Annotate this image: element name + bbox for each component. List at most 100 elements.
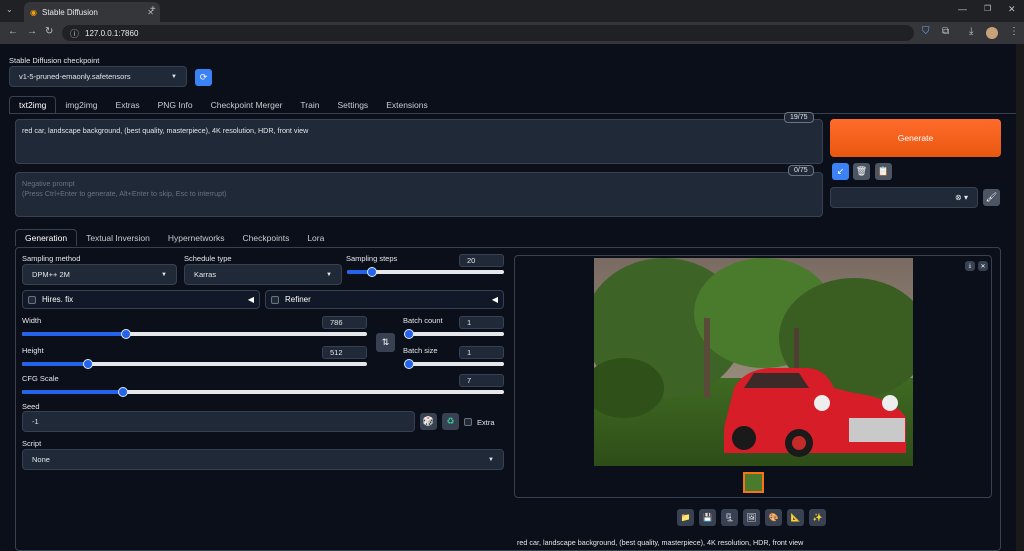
close-output-button[interactable]: ✕ [978,261,988,271]
folder-icon: 📁 [680,513,691,522]
apply-styles-button[interactable]: 📋 [875,163,892,180]
chevron-down-icon: ▼ [326,271,332,278]
generated-image[interactable] [594,258,913,466]
zip-button[interactable]: 🗜 [721,509,738,526]
width-slider[interactable] [22,329,367,339]
hires-fix-checkbox[interactable] [28,295,36,304]
sparkle-icon: ✨ [812,513,823,522]
sampling-steps-slider[interactable] [347,267,504,277]
download-output-button[interactable]: ⤓ [965,261,975,271]
close-window-icon[interactable]: ✕ [1008,4,1016,15]
hires-fix-accordion[interactable]: Hires. fix ◀ [22,290,260,309]
batch-size-slider[interactable] [404,359,504,369]
site-info-icon[interactable]: ⓘ [70,27,79,40]
tab-settings[interactable]: Settings [328,96,377,113]
generate-button[interactable]: Generate [830,119,1001,157]
clear-styles-icon[interactable]: ⊗ ▾ [955,193,968,202]
profile-avatar[interactable] [986,27,998,39]
close-icon: ✕ [980,263,986,270]
width-input[interactable]: 786 [322,316,367,329]
trash-icon: 🗑 [855,166,868,176]
collapse-arrow-icon[interactable]: ◀ [248,295,254,304]
slider-handle[interactable] [367,267,377,277]
menu-dots-icon[interactable]: ⋮ [1009,26,1019,37]
refresh-checkpoint-button[interactable]: ⟳ [195,69,212,86]
negative-prompt-textarea[interactable]: Negative prompt (Press Ctrl+Enter to gen… [15,172,823,217]
clipboard-icon: 📋 [877,166,890,176]
extra-seed-checkbox[interactable] [464,418,472,426]
checkpoint-label: Stable Diffusion checkpoint [9,56,100,65]
script-label: Script [22,439,42,448]
tab-checkpoint-merger[interactable]: Checkpoint Merger [202,96,292,113]
swap-dimensions-button[interactable]: ⇅ [376,333,395,352]
page-scrollbar[interactable] [1016,44,1024,551]
slider-handle[interactable] [118,387,128,397]
height-label: Height [22,346,44,355]
batch-count-slider[interactable] [404,329,504,339]
tab-search-icon[interactable]: ⌄ [6,5,13,14]
script-dropdown[interactable]: None ▼ [22,449,504,470]
styles-dropdown[interactable]: ⊗ ▾ [830,187,978,208]
cfg-scale-slider[interactable] [22,387,504,397]
read-params-button[interactable]: ↙ [832,163,849,180]
edit-styles-button[interactable]: 🖌 [983,189,1000,206]
slider-handle[interactable] [404,359,414,369]
reuse-seed-button[interactable]: ♻ [442,413,459,430]
reload-icon[interactable]: ↻ [45,26,53,37]
negative-prompt-placeholder: Negative prompt [22,179,75,188]
send-to-extras-button[interactable]: 📐 [787,509,804,526]
tab-textual-inversion[interactable]: Textual Inversion [77,229,159,246]
forward-icon[interactable]: → [27,26,37,37]
height-input[interactable]: 512 [322,346,367,359]
new-tab-icon[interactable]: + [150,4,156,15]
slider-handle[interactable] [121,329,131,339]
slider-handle[interactable] [83,359,93,369]
image-icon: 🖼 [746,513,757,522]
extension-shield-icon[interactable]: ⛉ [922,26,930,37]
back-icon[interactable]: ← [8,26,18,37]
tab-png-info[interactable]: PNG Info [149,96,202,113]
tab-generation[interactable]: Generation [15,229,78,246]
tab-extensions[interactable]: Extensions [377,96,437,113]
maximize-icon[interactable]: ❐ [984,4,991,13]
checkpoint-dropdown[interactable]: v1-5-pruned-emaonly.safetensors ▼ [9,66,187,87]
schedule-type-dropdown[interactable]: Karras ▼ [184,264,342,285]
gallery-thumbnail[interactable] [743,472,764,493]
sampling-method-value: DPM++ 2M [32,270,70,279]
download-icon[interactable]: ⤓ [969,26,973,37]
minimize-icon[interactable]: — [958,4,967,14]
prompt-textarea[interactable]: red car, landscape background, (best qua… [15,119,823,164]
tab-img2img[interactable]: img2img [56,96,106,113]
tab-lora[interactable]: Lora [298,229,333,246]
tab-checkpoints[interactable]: Checkpoints [234,229,299,246]
save-button[interactable]: 💾 [699,509,716,526]
sampling-method-label: Sampling method [22,254,81,263]
extensions-icon[interactable]: ⧉ [942,26,949,37]
clear-prompt-button[interactable]: 🗑 [853,163,870,180]
upscale-button[interactable]: ✨ [809,509,826,526]
open-folder-button[interactable]: 📁 [677,509,694,526]
tab-txt2img[interactable]: txt2img [9,96,57,113]
favicon-icon: ◉ [30,7,37,17]
refiner-checkbox[interactable] [271,295,279,304]
batch-size-input[interactable]: 1 [459,346,504,359]
tab-train[interactable]: Train [291,96,328,113]
refiner-accordion[interactable]: Refiner ◀ [265,290,504,309]
extra-seed-label: Extra [477,418,495,427]
address-bar[interactable]: ⓘ 127.0.0.1:7860 [62,25,914,41]
send-to-img2img-button[interactable]: 🖼 [743,509,760,526]
tab-hypernetworks[interactable]: Hypernetworks [159,229,234,246]
batch-count-input[interactable]: 1 [459,316,504,329]
collapse-arrow-icon[interactable]: ◀ [492,295,498,304]
batch-size-label: Batch size [403,346,438,355]
send-to-inpaint-button[interactable]: 🎨 [765,509,782,526]
seed-input[interactable]: -1 [22,411,415,432]
sampling-steps-input[interactable]: 20 [459,254,504,267]
slider-handle[interactable] [404,329,414,339]
random-seed-button[interactable]: 🎲 [420,413,437,430]
cfg-scale-input[interactable]: 7 [459,374,504,387]
browser-tab[interactable]: ◉ Stable Diffusion ✕ [24,2,160,22]
tab-extras[interactable]: Extras [107,96,149,113]
sampling-method-dropdown[interactable]: DPM++ 2M ▼ [22,264,177,285]
height-slider[interactable] [22,359,367,369]
